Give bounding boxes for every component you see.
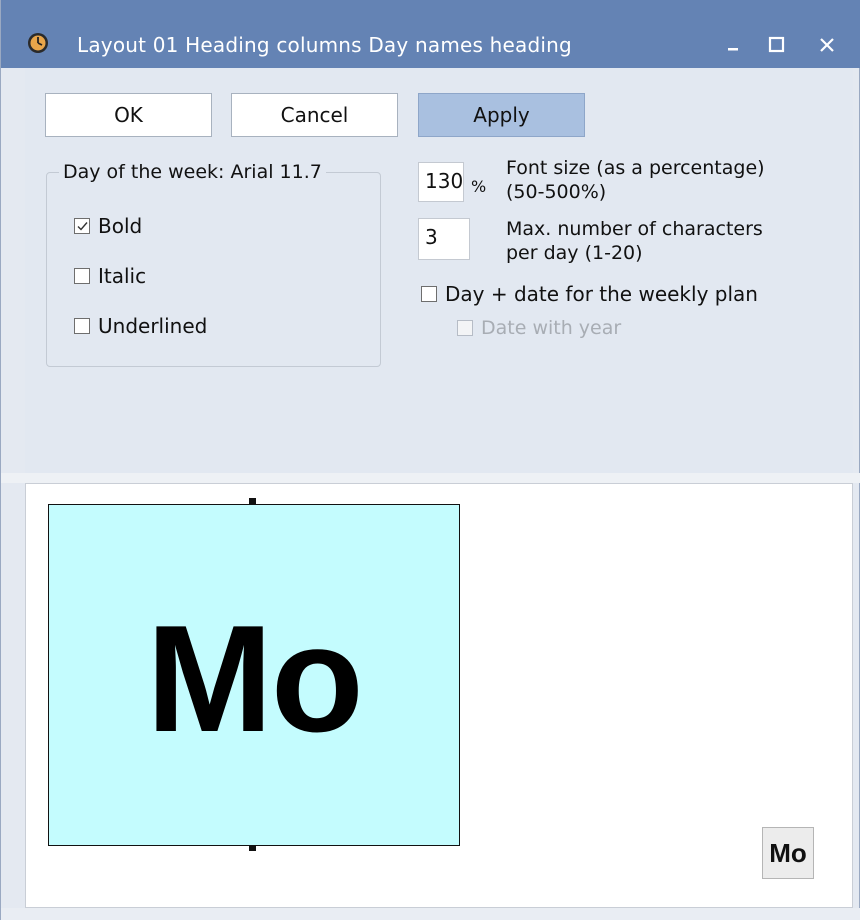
window-bottom-edge [1,908,860,920]
font-size-label-line1: Font size (as a percentage) [506,157,765,179]
window-title: Layout 01 Heading columns Day names head… [77,33,572,57]
max-chars-label-line1: Max. number of characters [506,218,763,240]
settings-panel: OK Cancel Apply Day of the week: Arial 1… [25,68,853,473]
title-bar[interactable]: Layout 01 Heading columns Day names head… [1,0,860,68]
resize-handle-bottom[interactable] [249,845,256,851]
font-size-label: Font size (as a percentage) (50-500%) [506,156,765,204]
close-icon [820,38,834,52]
checkbox-box[interactable] [457,320,473,336]
maximize-icon [768,36,785,53]
italic-checkbox[interactable]: Italic [74,264,146,288]
bold-checkbox[interactable]: Bold [74,214,142,238]
font-size-input[interactable]: 130 [418,162,464,202]
minimize-button[interactable] [714,27,754,61]
checkmark-icon [77,222,88,231]
panel-divider [1,473,860,483]
group-label: Day of the week: Arial 11.7 [59,161,326,183]
max-chars-label-line2: per day (1-20) [506,242,643,264]
preview-cell: Mo [48,504,460,846]
ok-button[interactable]: OK [45,93,212,137]
dialog-window: Layout 01 Heading columns Day names head… [0,0,860,920]
cancel-button[interactable]: Cancel [231,93,398,137]
maximize-button[interactable] [757,27,797,61]
preview-day-button[interactable]: Mo [762,827,814,879]
font-size-label-line2: (50-500%) [506,181,607,203]
day-date-checkbox[interactable]: Day + date for the weekly plan [421,282,758,306]
close-button[interactable] [807,27,847,61]
checkbox-box[interactable] [74,268,90,284]
clock-icon [28,33,48,53]
underlined-checkbox[interactable]: Underlined [74,314,207,338]
bold-label: Bold [98,214,143,238]
date-with-year-checkbox[interactable]: Date with year [457,317,621,339]
date-with-year-label: Date with year [481,317,622,339]
checkbox-box[interactable] [421,286,437,302]
max-chars-label: Max. number of characters per day (1-20) [506,217,763,265]
preview-area: Mo Mo [25,483,853,908]
italic-label: Italic [98,264,147,288]
checkbox-box[interactable] [74,218,90,234]
day-date-label: Day + date for the weekly plan [445,282,758,306]
underlined-label: Underlined [98,314,208,338]
percent-unit: % [471,177,487,196]
checkbox-box[interactable] [74,318,90,334]
max-chars-input[interactable]: 3 [418,218,470,260]
preview-cell-text: Mo [146,593,363,764]
minimize-icon [728,48,738,51]
apply-button[interactable]: Apply [418,93,585,137]
